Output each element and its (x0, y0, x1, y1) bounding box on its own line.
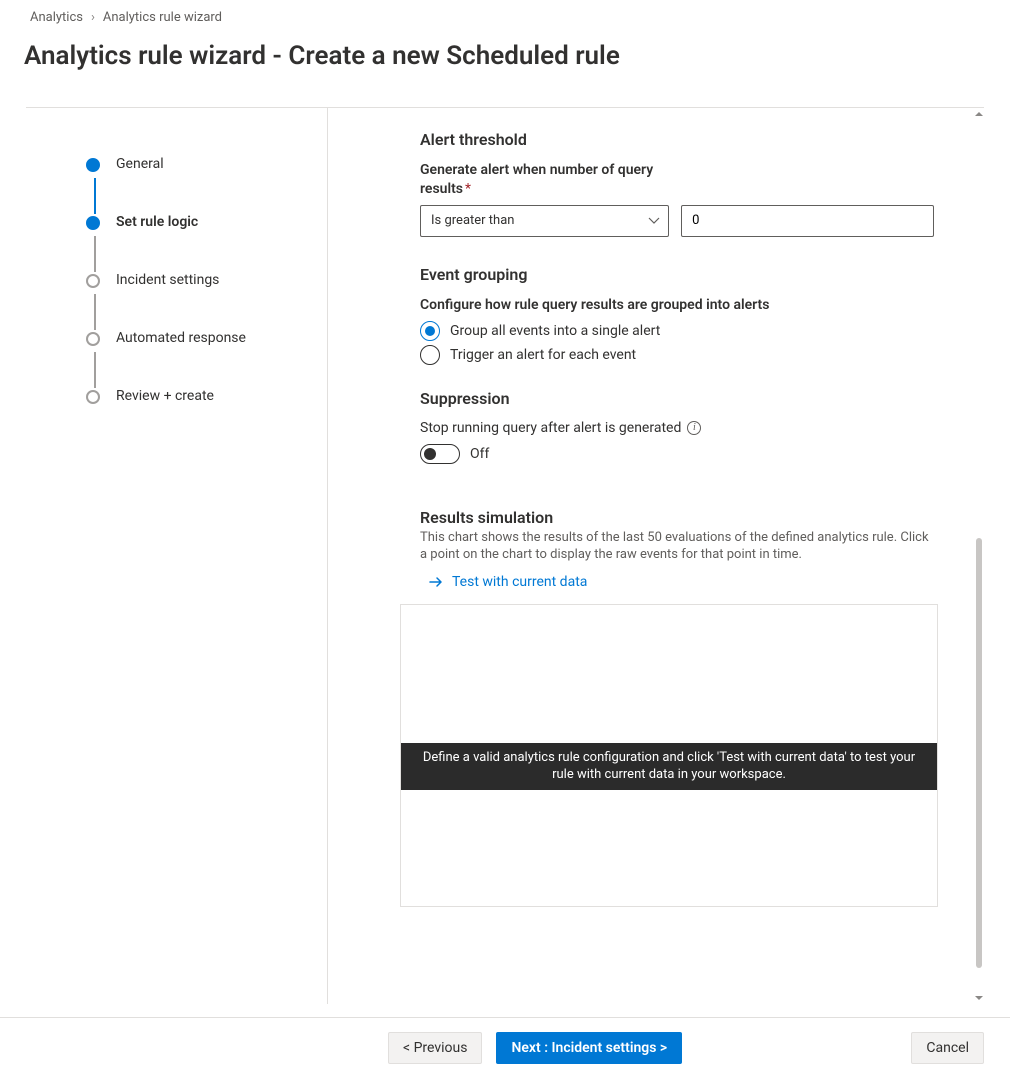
scroll-down-icon[interactable] (973, 992, 984, 1004)
toggle-state-label: Off (470, 446, 489, 462)
scrollbar[interactable] (974, 108, 984, 1004)
grouping-option-each-event[interactable]: Trigger an alert for each event (420, 345, 934, 365)
grouping-label: Configure how rule query results are gro… (420, 296, 934, 315)
threshold-value-input[interactable] (681, 205, 934, 237)
cancel-button[interactable]: Cancel (911, 1032, 984, 1064)
simulation-banner: Define a valid analytics rule configurat… (401, 743, 937, 790)
step-dot-icon (86, 216, 100, 230)
step-label: Automated response (116, 330, 246, 346)
chart-upper-empty (401, 605, 937, 743)
simulation-description: This chart shows the results of the last… (420, 529, 934, 564)
step-review-create[interactable]: Review + create (86, 388, 307, 404)
grouping-radio-group: Group all events into a single alert Tri… (420, 321, 934, 365)
wizard-area: General Set rule logic Incident settings… (26, 108, 984, 1004)
step-connector (94, 236, 96, 272)
wizard-footer: < Previous Next : Incident settings > Ca… (0, 1017, 1010, 1088)
simulation-chart-placeholder: Define a valid analytics rule configurat… (400, 604, 938, 907)
chevron-right-icon: › (91, 10, 95, 25)
info-icon[interactable]: i (687, 421, 701, 435)
radio-label: Group all events into a single alert (450, 323, 660, 339)
required-star-icon: * (465, 181, 471, 197)
suppression-toggle[interactable] (420, 444, 460, 464)
threshold-operator-dropdown[interactable]: Is greater than (420, 205, 669, 237)
toggle-knob-icon (424, 448, 436, 460)
previous-button[interactable]: < Previous (388, 1032, 482, 1064)
step-connector (94, 352, 96, 388)
step-dot-icon (86, 274, 100, 288)
radio-icon (420, 345, 440, 365)
step-automated-response[interactable]: Automated response (86, 330, 307, 388)
step-dot-icon (86, 158, 100, 172)
step-label: Set rule logic (116, 214, 198, 230)
chart-lower-empty (401, 790, 937, 906)
step-incident-settings[interactable]: Incident settings (86, 272, 307, 330)
dropdown-selected-value: Is greater than (431, 213, 514, 228)
section-title-alert-threshold: Alert threshold (420, 130, 934, 149)
section-title-event-grouping: Event grouping (420, 265, 934, 284)
step-connector (94, 178, 96, 214)
breadcrumb: Analytics › Analytics rule wizard (0, 0, 1010, 31)
wizard-stepper: General Set rule logic Incident settings… (26, 108, 328, 1004)
section-title-results-simulation: Results simulation (420, 508, 934, 527)
step-dot-icon (86, 390, 100, 404)
next-button[interactable]: Next : Incident settings > (496, 1032, 682, 1064)
suppression-label: Stop running query after alert is genera… (420, 420, 681, 436)
arrow-right-icon (428, 574, 444, 590)
radio-icon (420, 321, 440, 341)
scroll-thumb[interactable] (976, 538, 982, 968)
wizard-main: Alert threshold Generate alert when numb… (328, 108, 984, 1004)
chevron-down-icon (648, 215, 660, 227)
step-connector (94, 294, 96, 330)
step-set-rule-logic[interactable]: Set rule logic (86, 214, 307, 272)
breadcrumb-parent[interactable]: Analytics (30, 10, 83, 25)
scroll-up-icon[interactable] (973, 108, 984, 120)
section-title-suppression: Suppression (420, 389, 934, 408)
step-label: Review + create (116, 388, 214, 404)
step-general[interactable]: General (86, 156, 307, 214)
grouping-option-single-alert[interactable]: Group all events into a single alert (420, 321, 934, 341)
test-link-label: Test with current data (452, 574, 587, 590)
page-title: Analytics rule wizard - Create a new Sch… (0, 31, 1010, 75)
step-label: Incident settings (116, 272, 219, 288)
threshold-label: Generate alert when number of query resu… (420, 161, 680, 199)
step-dot-icon (86, 332, 100, 346)
breadcrumb-current: Analytics rule wizard (103, 10, 222, 25)
test-with-current-data-link[interactable]: Test with current data (428, 574, 934, 590)
radio-label: Trigger an alert for each event (450, 347, 636, 363)
step-label: General (116, 156, 164, 172)
threshold-label-text: Generate alert when number of query resu… (420, 162, 653, 197)
